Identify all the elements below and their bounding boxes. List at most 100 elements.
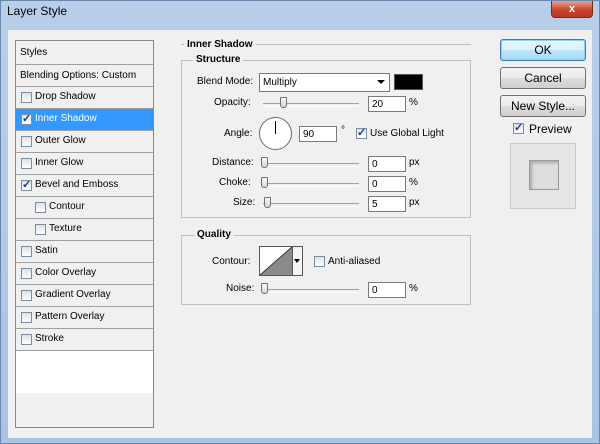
- chevron-down-icon: [377, 80, 385, 84]
- style-item-checkbox[interactable]: [21, 158, 32, 169]
- angle-unit: °: [341, 125, 345, 136]
- blend-mode-value: Multiply: [263, 77, 297, 88]
- style-item-label: Bevel and Emboss: [35, 179, 119, 190]
- style-item-label: Outer Glow: [35, 135, 86, 146]
- choke-slider-thumb[interactable]: [261, 177, 268, 188]
- style-item-checkbox[interactable]: [21, 136, 32, 147]
- blend-mode-label: Blend Mode:: [197, 76, 254, 87]
- size-slider-track[interactable]: [263, 203, 359, 207]
- size-unit: px: [409, 197, 420, 208]
- close-button[interactable]: x: [551, 1, 593, 18]
- anti-aliased-checkbox[interactable]: [314, 256, 325, 267]
- style-item-label: Color Overlay: [35, 267, 97, 278]
- style-item-inner-shadow[interactable]: Inner Shadow: [16, 109, 153, 131]
- dialog-client: Styles Blending Options: Custom Drop Sha…: [8, 30, 592, 438]
- noise-slider-thumb[interactable]: [261, 283, 268, 294]
- style-item-gradient-overlay[interactable]: Gradient Overlay: [16, 285, 153, 307]
- angle-dial[interactable]: [259, 117, 292, 150]
- blending-options-label: Blending Options: Custom: [20, 70, 137, 81]
- contour-picker[interactable]: [259, 246, 293, 276]
- style-preview-thumbnail: [510, 143, 576, 209]
- angle-label: Angle:: [224, 128, 253, 139]
- opacity-slider-thumb[interactable]: [280, 97, 288, 108]
- blending-options-item[interactable]: Blending Options: Custom: [16, 65, 153, 87]
- ok-button[interactable]: OK: [500, 39, 586, 61]
- blend-mode-select[interactable]: Multiply: [259, 73, 390, 92]
- style-item-checkbox[interactable]: [35, 224, 46, 235]
- choke-slider-track[interactable]: [263, 183, 359, 187]
- opacity-label: Opacity:: [214, 97, 251, 108]
- preview-label: Preview: [529, 122, 572, 136]
- style-item-label: Inner Shadow: [35, 113, 97, 124]
- contour-label: Contour:: [212, 256, 251, 267]
- style-item-checkbox[interactable]: [35, 202, 46, 213]
- style-item-checkbox[interactable]: [21, 268, 32, 279]
- chevron-down-icon: [294, 259, 300, 263]
- preview-checkbox[interactable]: [513, 121, 524, 134]
- size-field[interactable]: 5: [368, 196, 406, 212]
- layer-style-window: Layer Style x Styles Blending Options: C…: [0, 0, 600, 444]
- new-style-button[interactable]: New Style...: [500, 95, 586, 117]
- noise-field[interactable]: 0: [368, 282, 406, 298]
- style-item-label: Satin: [35, 245, 58, 256]
- quality-group: [181, 235, 471, 305]
- opacity-field[interactable]: 20: [368, 96, 406, 112]
- style-item-label: Pattern Overlay: [35, 311, 105, 322]
- style-item-checkbox[interactable]: [21, 92, 32, 103]
- window-title: Layer Style: [7, 4, 68, 18]
- style-item-label: Drop Shadow: [35, 91, 96, 102]
- preview-swatch: [529, 160, 559, 190]
- style-item-satin[interactable]: Satin: [16, 241, 153, 263]
- style-item-label: Gradient Overlay: [35, 289, 111, 300]
- distance-slider-thumb[interactable]: [261, 157, 268, 168]
- style-item-contour[interactable]: Contour: [16, 197, 153, 219]
- style-item-drop-shadow[interactable]: Drop Shadow: [16, 87, 153, 109]
- style-item-checkbox[interactable]: [21, 312, 32, 323]
- distance-field[interactable]: 0: [368, 156, 406, 172]
- style-item-outer-glow[interactable]: Outer Glow: [16, 131, 153, 153]
- use-global-light-label: Use Global Light: [370, 128, 444, 139]
- anti-aliased-label: Anti-aliased: [328, 256, 381, 267]
- quality-title: Quality: [194, 229, 234, 240]
- inner-shadow-title: Inner Shadow: [184, 39, 256, 50]
- styles-header-label: Styles: [20, 47, 48, 58]
- choke-field[interactable]: 0: [368, 176, 406, 192]
- style-item-pattern-overlay[interactable]: Pattern Overlay: [16, 307, 153, 329]
- style-item-checkbox[interactable]: [21, 246, 32, 257]
- style-item-inner-glow[interactable]: Inner Glow: [16, 153, 153, 175]
- close-icon: x: [568, 3, 576, 15]
- distance-slider-track[interactable]: [263, 163, 359, 167]
- angle-field[interactable]: 90: [299, 126, 337, 142]
- style-item-label: Inner Glow: [35, 157, 84, 168]
- opacity-unit: %: [409, 97, 418, 108]
- style-item-stroke[interactable]: Stroke: [16, 329, 153, 351]
- cancel-button[interactable]: Cancel: [500, 67, 586, 89]
- opacity-slider-track[interactable]: [263, 103, 359, 107]
- style-item-texture[interactable]: Texture: [16, 219, 153, 241]
- distance-unit: px: [409, 157, 420, 168]
- style-item-checkbox[interactable]: [21, 178, 32, 191]
- style-item-label: Stroke: [35, 333, 64, 344]
- contour-curve-icon: [260, 247, 292, 275]
- title-bar[interactable]: Layer Style x: [1, 1, 599, 23]
- size-label: Size:: [233, 197, 256, 208]
- size-slider-thumb[interactable]: [263, 197, 271, 208]
- structure-title: Structure: [193, 54, 244, 65]
- noise-label: Noise:: [226, 283, 255, 294]
- noise-slider-track[interactable]: [263, 289, 359, 293]
- styles-list: Styles Blending Options: Custom Drop Sha…: [15, 40, 154, 428]
- style-item-checkbox[interactable]: [21, 334, 32, 345]
- choke-label: Choke:: [219, 177, 251, 188]
- use-global-light-checkbox[interactable]: [356, 126, 367, 139]
- angle-dial-hand: [275, 121, 276, 134]
- noise-unit: %: [409, 283, 418, 294]
- shadow-color-swatch[interactable]: [394, 74, 423, 90]
- style-item-color-overlay[interactable]: Color Overlay: [16, 263, 153, 285]
- contour-dropdown-button[interactable]: [293, 246, 303, 276]
- style-item-label: Texture: [49, 223, 82, 234]
- style-item-checkbox[interactable]: [21, 290, 32, 301]
- choke-unit: %: [409, 177, 418, 188]
- style-item-bevel-and-emboss[interactable]: Bevel and Emboss: [16, 175, 153, 197]
- style-item-checkbox[interactable]: [21, 112, 32, 125]
- styles-header[interactable]: Styles: [16, 41, 153, 65]
